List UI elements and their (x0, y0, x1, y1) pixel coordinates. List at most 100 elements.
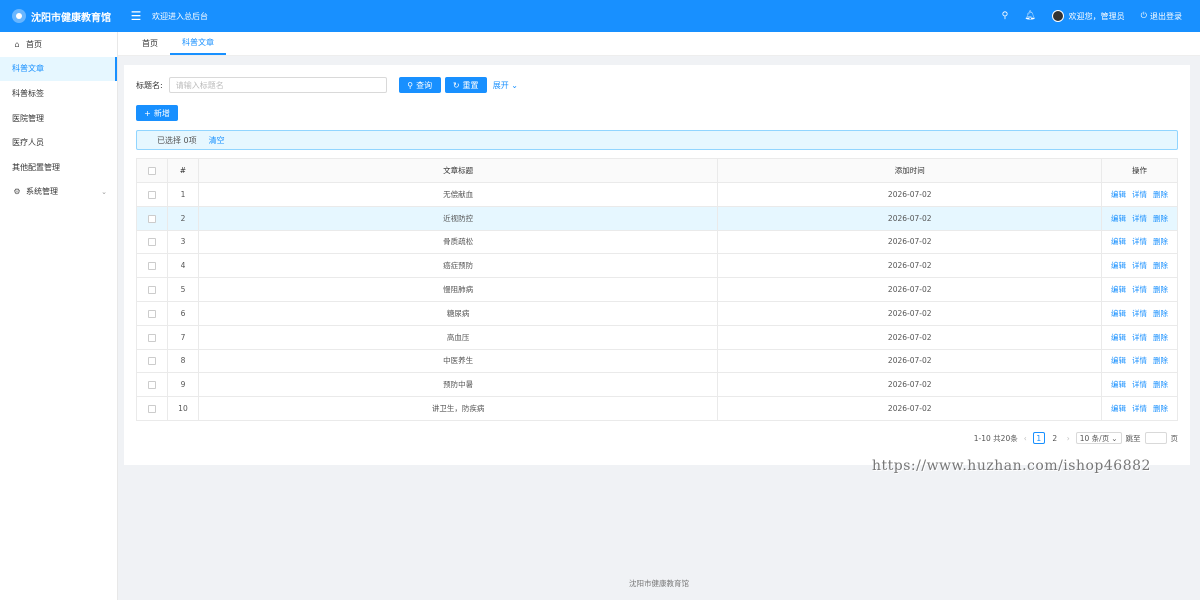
delete-link[interactable]: 删除 (1153, 285, 1168, 294)
delete-link[interactable]: 删除 (1153, 309, 1168, 318)
header-title[interactable]: 文章标题 (197, 158, 719, 183)
row-checkbox[interactable] (147, 357, 156, 366)
edit-link[interactable]: 编辑 (1111, 333, 1126, 342)
sidebar-item-tags[interactable]: 科普标签 (0, 81, 117, 106)
edit-link[interactable]: 编辑 (1111, 356, 1126, 365)
row-checkbox[interactable] (147, 381, 156, 390)
edit-link[interactable]: 编辑 (1111, 380, 1126, 389)
expand-label: 展开 (492, 80, 509, 90)
table-row[interactable]: 3 骨质疏松 2026-07-02 编辑 详情 删除 (136, 229, 1178, 255)
detail-link[interactable]: 详情 (1132, 190, 1147, 199)
detail-link[interactable]: 详情 (1132, 309, 1147, 318)
table-row[interactable]: 6 糖尿病 2026-07-02 编辑 详情 删除 (136, 300, 1178, 326)
edit-link[interactable]: 编辑 (1111, 285, 1126, 294)
sidebar-item-label: 医疗人员 (12, 138, 44, 148)
tab-home[interactable]: 首页 (130, 31, 170, 55)
table-row[interactable]: 8 中医养生 2026-07-02 编辑 详情 删除 (136, 348, 1178, 374)
detail-link[interactable]: 详情 (1132, 285, 1147, 294)
edit-link[interactable]: 编辑 (1111, 190, 1126, 199)
delete-link[interactable]: 删除 (1153, 404, 1168, 413)
sidebar-item-other-config[interactable]: 其他配置管理 (0, 155, 117, 180)
edit-link[interactable]: 编辑 (1111, 237, 1126, 246)
page-2[interactable]: 2 (1049, 432, 1061, 444)
row-checkbox[interactable] (147, 214, 156, 223)
avatar (1051, 10, 1064, 22)
query-button[interactable]: ⚲ 查询 (398, 77, 441, 93)
sidebar-item-system[interactable]: ⚙ 系统管理 ⌄ (0, 180, 117, 205)
detail-link[interactable]: 详情 (1132, 380, 1147, 389)
menu-toggle-icon[interactable]: ☰ (128, 9, 144, 23)
sidebar-item-label: 首页 (26, 39, 42, 49)
row-checkbox[interactable] (147, 309, 156, 318)
reset-button[interactable]: ↻ 重置 (444, 77, 487, 93)
table-row[interactable]: 10 讲卫生，防疾病 2026-07-02 编辑 详情 删除 (136, 396, 1178, 421)
detail-link[interactable]: 详情 (1132, 237, 1147, 246)
clear-selection-link[interactable]: 清空 (209, 135, 225, 146)
row-index: 9 (166, 372, 199, 398)
detail-link[interactable]: 详情 (1132, 214, 1147, 223)
row-checkbox[interactable] (147, 333, 156, 342)
edit-link[interactable]: 编辑 (1111, 261, 1126, 270)
expand-toggle[interactable]: 展开 ⌄ (493, 80, 518, 91)
table-row[interactable]: 2 近视防控 2026-07-02 编辑 详情 删除 (136, 205, 1178, 231)
sidebar-item-staff[interactable]: 医疗人员 (0, 130, 117, 155)
delete-link[interactable]: 删除 (1153, 261, 1168, 270)
row-index: 8 (166, 348, 199, 374)
row-time: 2026-07-02 (717, 372, 1103, 398)
search-icon[interactable]: ⚲ (1002, 11, 1009, 21)
table-row[interactable]: 7 高血压 2026-07-02 编辑 详情 删除 (136, 324, 1178, 350)
page-1[interactable]: 1 (1032, 432, 1045, 444)
next-page-icon[interactable]: › (1065, 434, 1072, 443)
delete-link[interactable]: 删除 (1153, 333, 1168, 342)
pagination-summary: 1-10 共20条 (973, 433, 1018, 443)
delete-link[interactable]: 删除 (1153, 380, 1168, 389)
row-time: 2026-07-02 (717, 205, 1103, 231)
row-checkbox[interactable] (147, 286, 156, 295)
table-row[interactable]: 1 无偿献血 2026-07-02 编辑 详情 删除 (136, 182, 1178, 207)
table-row[interactable]: 9 预防中暑 2026-07-02 编辑 详情 删除 (136, 372, 1178, 398)
table-row[interactable]: 5 慢阻肺病 2026-07-02 编辑 详情 删除 (136, 277, 1178, 302)
row-checkbox[interactable] (147, 190, 156, 199)
page-size-select[interactable]: 10 条/页 ⌄ (1075, 432, 1122, 444)
delete-link[interactable]: 删除 (1153, 190, 1168, 199)
detail-link[interactable]: 详情 (1132, 356, 1147, 365)
detail-link[interactable]: 详情 (1132, 261, 1147, 270)
prev-page-icon[interactable]: ‹ (1022, 434, 1029, 443)
select-all-checkbox[interactable] (147, 167, 156, 175)
row-checkbox[interactable] (147, 405, 156, 414)
table-row[interactable]: 4 癌症预防 2026-07-02 编辑 详情 删除 (136, 253, 1178, 279)
row-title: 预防中暑 (197, 372, 719, 398)
delete-link[interactable]: 删除 (1153, 214, 1168, 223)
title-search-input[interactable] (168, 77, 387, 93)
edit-link[interactable]: 编辑 (1111, 214, 1126, 223)
add-button[interactable]: + 新增 (136, 105, 178, 121)
sidebar-item-hospitals[interactable]: 医院管理 (0, 106, 117, 131)
search-form: 标题名: ⚲ 查询 ↻ 重置 展开 ⌄ (136, 77, 518, 93)
logout-button[interactable]: ⏻ 退出登录 (1141, 11, 1182, 22)
refresh-icon: ↻ (452, 80, 460, 90)
row-select-cell (136, 300, 168, 326)
row-checkbox[interactable] (147, 262, 156, 271)
row-title: 高血压 (197, 324, 719, 350)
detail-link[interactable]: 详情 (1132, 333, 1147, 342)
jump-page-input[interactable] (1144, 432, 1167, 444)
row-time: 2026-07-02 (717, 229, 1103, 255)
edit-link[interactable]: 编辑 (1111, 309, 1126, 318)
bell-icon[interactable]: 🔔︎ (1024, 11, 1035, 21)
row-select-cell (136, 182, 168, 207)
table-body: 1 无偿献血 2026-07-02 编辑 详情 删除 2 近视防控 2026-07-02 编辑 详情… (136, 182, 1178, 421)
table-header-row: # 文章标题 添加时间 操作 (136, 158, 1178, 183)
tab-articles[interactable]: 科普文章 (170, 31, 226, 55)
delete-link[interactable]: 删除 (1153, 356, 1168, 365)
user-menu[interactable]: 欢迎您，管理员 (1051, 10, 1125, 22)
header-time[interactable]: 添加时间 (717, 158, 1103, 183)
detail-link[interactable]: 详情 (1132, 404, 1147, 413)
row-checkbox[interactable] (147, 238, 156, 247)
delete-link[interactable]: 删除 (1153, 237, 1168, 246)
sidebar-item-home[interactable]: ⌂ 首页 (0, 32, 117, 57)
edit-link[interactable]: 编辑 (1111, 404, 1126, 413)
sidebar-item-articles[interactable]: 科普文章 (0, 56, 117, 82)
watermark-url: https://www.huzhan.com/ishop46882 (872, 458, 1151, 474)
row-ops: 编辑 详情 删除 (1101, 372, 1178, 398)
row-time: 2026-07-02 (717, 348, 1103, 374)
